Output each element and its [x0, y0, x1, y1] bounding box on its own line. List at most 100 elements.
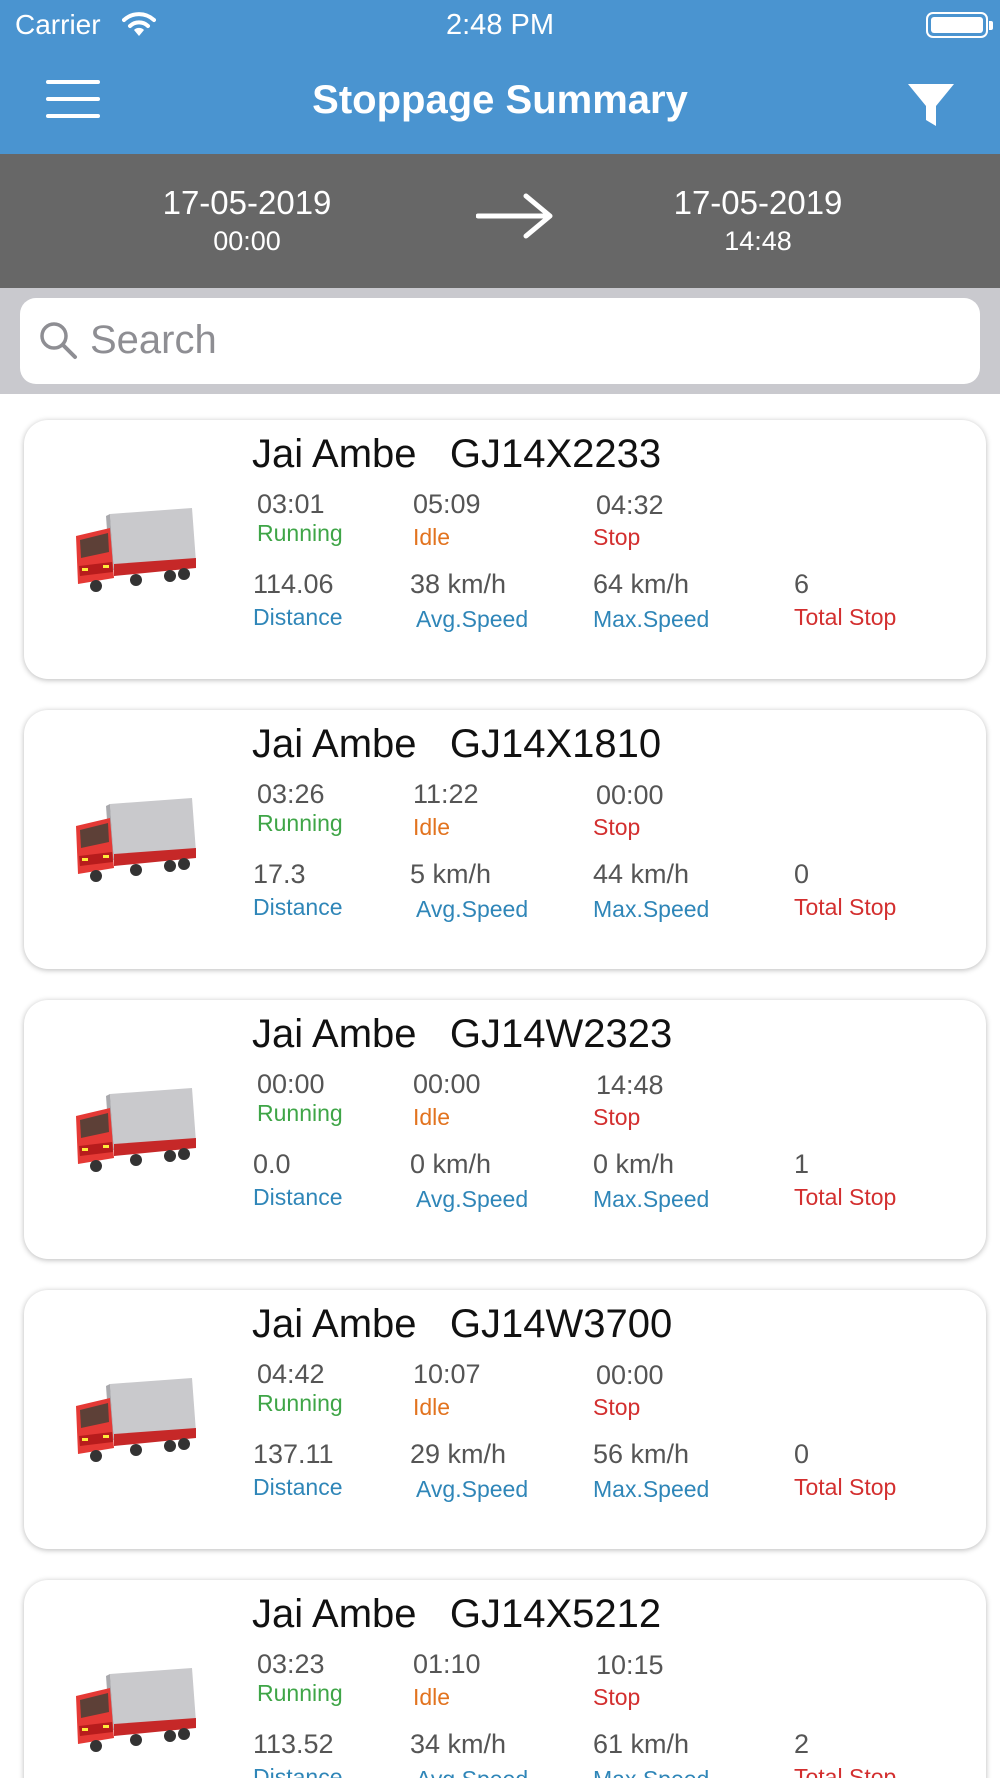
idle-label: Idle	[413, 524, 451, 550]
truck-icon	[76, 508, 196, 592]
idle-time: 00:00	[413, 1069, 481, 1099]
max-speed-value: 64 km/h	[593, 569, 690, 599]
stop-time: 14:48	[596, 1070, 664, 1100]
distance-label: Distance	[253, 1474, 343, 1500]
nav-bar: Stoppage Summary	[0, 50, 1000, 154]
date-range-bar: 17-05-2019 00:00 17-05-2019 14:48	[0, 154, 1000, 288]
total-stop-label: Total Stop	[794, 1474, 897, 1500]
distance-value: 0.0	[253, 1149, 291, 1179]
distance-value: 113.52	[253, 1729, 334, 1759]
max-speed-label: Max.Speed	[593, 1186, 710, 1212]
vehicle-name: Jai Ambe GJ14W2323	[252, 1012, 673, 1056]
distance-value: 137.11	[253, 1439, 334, 1469]
vehicle-name: Jai Ambe GJ14X2233	[252, 432, 662, 476]
running-label: Running	[257, 1390, 343, 1416]
distance-label: Distance	[253, 1184, 343, 1210]
stop-time: 00:00	[596, 1360, 664, 1390]
search-bar	[0, 288, 1000, 394]
distance-label: Distance	[253, 894, 343, 920]
vehicle-card[interactable]: Jai Ambe GJ14X1810 03:26 Running 11:22 I…	[24, 710, 986, 969]
to-date[interactable]: 17-05-2019 14:48	[638, 184, 878, 257]
total-stop-label: Total Stop	[794, 1764, 897, 1778]
idle-label: Idle	[413, 1104, 451, 1130]
from-date-value: 17-05-2019	[162, 184, 332, 221]
vehicle-name: Jai Ambe GJ14X1810	[252, 722, 662, 766]
distance-value: 17.3	[253, 859, 306, 889]
total-stop-value: 0	[794, 859, 810, 889]
running-label: Running	[257, 520, 343, 546]
page-title: Stoppage Summary	[312, 78, 688, 122]
vehicle-card[interactable]: Jai Ambe GJ14W3700 04:42 Running 10:07 I…	[24, 1290, 986, 1549]
running-time: 03:26	[257, 779, 325, 809]
vehicle-card[interactable]: Jai Ambe GJ14X5212 03:23 Running 01:10 I…	[24, 1580, 986, 1778]
search-icon	[40, 322, 77, 359]
arrow-right-icon	[476, 193, 553, 239]
max-speed-value: 61 km/h	[593, 1729, 690, 1759]
vehicle-card[interactable]: Jai Ambe GJ14X2233 03:01 Running 05:09 I…	[24, 420, 986, 679]
stop-label: Stop	[593, 1684, 641, 1710]
avg-speed-label: Avg.Speed	[416, 1186, 529, 1212]
total-stop-value: 0	[794, 1439, 810, 1469]
max-speed-label: Max.Speed	[593, 896, 710, 922]
stop-time: 04:32	[596, 490, 664, 520]
idle-time: 11:22	[413, 779, 479, 809]
idle-label: Idle	[413, 1684, 451, 1710]
stop-time: 10:15	[596, 1650, 664, 1680]
stop-label: Stop	[593, 1394, 641, 1420]
search-box[interactable]	[20, 298, 980, 384]
vehicle-card[interactable]: Jai Ambe GJ14W2323 00:00 Running 00:00 I…	[24, 1000, 986, 1259]
max-speed-label: Max.Speed	[593, 1476, 710, 1502]
total-stop-value: 6	[794, 569, 810, 599]
running-time: 03:01	[257, 489, 325, 519]
distance-value: 114.06	[253, 569, 334, 599]
max-speed-value: 56 km/h	[593, 1439, 690, 1469]
idle-label: Idle	[413, 1394, 451, 1420]
idle-time: 05:09	[413, 489, 481, 519]
status-bar: Carrier 2:48 PM	[0, 0, 1000, 50]
avg-speed-value: 29 km/h	[410, 1439, 507, 1469]
vehicle-list: Jai Ambe GJ14X2233 03:01 Running 05:09 I…	[0, 394, 1000, 1778]
max-speed-value: 44 km/h	[593, 859, 690, 889]
total-stop-value: 1	[794, 1149, 810, 1179]
stop-label: Stop	[593, 524, 641, 550]
avg-speed-value: 5 km/h	[410, 859, 492, 889]
total-stop-label: Total Stop	[794, 604, 897, 630]
to-time-value: 14:48	[724, 226, 792, 256]
stop-label: Stop	[593, 1104, 641, 1130]
search-input[interactable]	[90, 312, 950, 368]
truck-icon	[76, 1668, 196, 1752]
running-time: 03:23	[257, 1649, 325, 1679]
avg-speed-value: 38 km/h	[410, 569, 507, 599]
status-time: 2:48 PM	[446, 9, 554, 41]
truck-icon	[76, 1088, 196, 1172]
truck-icon	[76, 798, 196, 882]
vehicle-name: Jai Ambe GJ14W3700	[252, 1302, 673, 1346]
to-date-value: 17-05-2019	[673, 184, 843, 221]
running-time: 04:42	[257, 1359, 325, 1389]
avg-speed-value: 34 km/h	[410, 1729, 507, 1759]
truck-icon	[76, 1378, 196, 1462]
running-label: Running	[257, 1100, 343, 1126]
avg-speed-label: Avg.Speed	[416, 896, 529, 922]
avg-speed-value: 0 km/h	[410, 1149, 492, 1179]
running-label: Running	[257, 1680, 343, 1706]
total-stop-value: 2	[794, 1729, 810, 1759]
avg-speed-label: Avg.Speed	[416, 1766, 528, 1778]
distance-label: Distance	[253, 1764, 343, 1778]
avg-speed-label: Avg.Speed	[416, 1476, 529, 1502]
stop-time: 00:00	[596, 780, 664, 810]
filter-icon[interactable]	[906, 80, 956, 130]
idle-time: 01:10	[413, 1649, 481, 1679]
from-date[interactable]: 17-05-2019 00:00	[127, 184, 367, 257]
stop-label: Stop	[593, 814, 641, 840]
idle-label: Idle	[413, 814, 451, 840]
total-stop-label: Total Stop	[794, 1184, 897, 1210]
max-speed-value: 0 km/h	[593, 1149, 675, 1179]
running-time: 00:00	[257, 1069, 325, 1099]
running-label: Running	[257, 810, 343, 836]
max-speed-label: Max.Speed	[593, 1766, 709, 1778]
battery-icon	[926, 12, 993, 38]
from-time-value: 00:00	[213, 226, 281, 256]
distance-label: Distance	[253, 604, 343, 630]
total-stop-label: Total Stop	[794, 894, 897, 920]
